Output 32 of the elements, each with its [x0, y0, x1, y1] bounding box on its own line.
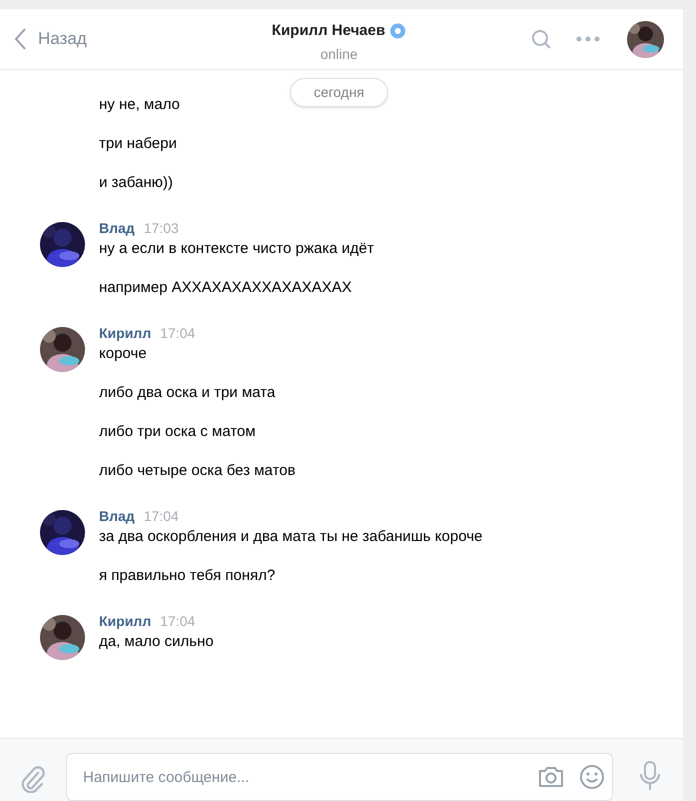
message-time: 17:04	[160, 324, 196, 343]
contact-name: Кирилл Нечаев	[272, 21, 386, 41]
message-text: либо два оска и три мата	[99, 383, 276, 403]
message-text: за два оскорбления и два мата ты не забанишь короче	[99, 527, 483, 547]
camera-icon[interactable]	[537, 765, 565, 789]
message-field[interactable]: Напишите сообщение...	[66, 753, 613, 801]
search-icon[interactable]	[531, 28, 552, 50]
smiley-icon[interactable]	[579, 764, 605, 790]
message-time: 17:03	[144, 219, 179, 238]
author-name[interactable]: Влад	[99, 218, 135, 239]
message-text: либо три оска с матом	[99, 422, 257, 442]
message-text: ну не, мало	[99, 95, 180, 115]
back-button[interactable]: Назад	[14, 26, 87, 52]
message-text: да, мало сильно	[99, 632, 214, 652]
microphone-icon[interactable]	[639, 761, 661, 791]
paperclip-icon[interactable]	[20, 765, 46, 793]
message-text: короче	[99, 344, 148, 364]
message-text: например АХХАХАХАХХАХАХАХАХ	[99, 278, 353, 298]
author-name[interactable]: Влад	[99, 506, 135, 527]
author-name[interactable]: Кирилл	[99, 323, 152, 344]
message-time: 17:04	[160, 612, 196, 631]
message-text: ну а если в контексте чисто ржака идёт	[99, 239, 374, 259]
author-name[interactable]: Кирилл	[99, 611, 152, 632]
more-icon[interactable]	[576, 36, 600, 42]
message-text: три набери	[99, 134, 178, 154]
chevron-left-icon	[14, 28, 26, 50]
date-badge: сегодня	[290, 78, 388, 107]
message-time: 17:04	[144, 507, 179, 526]
message-text: и забаню))	[99, 173, 174, 193]
online-status: online	[320, 44, 358, 64]
message-text: я правильно тебя понял?	[99, 566, 276, 586]
message-text: либо четыре оска без матов	[99, 461, 296, 481]
